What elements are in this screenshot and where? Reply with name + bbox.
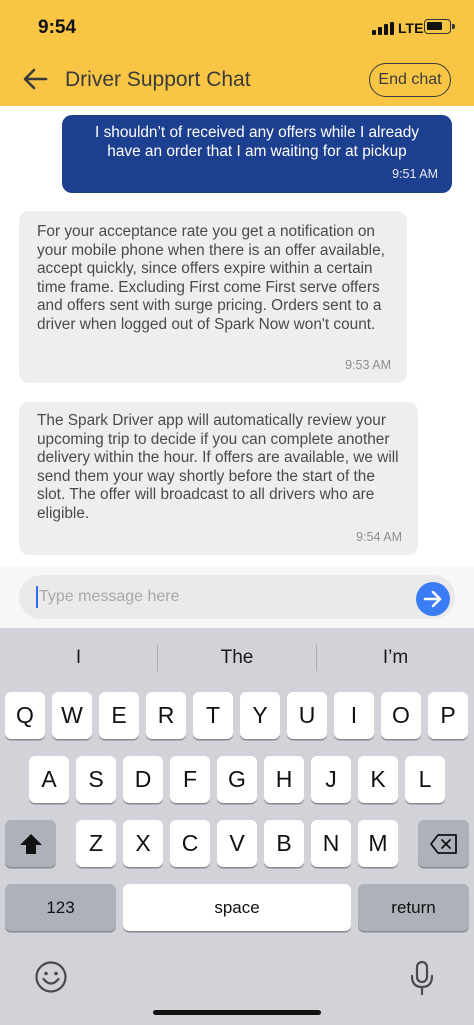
- key-o[interactable]: O: [381, 692, 421, 739]
- key-n[interactable]: N: [311, 820, 351, 867]
- battery-icon: [424, 19, 455, 34]
- send-arrow-icon: [423, 590, 442, 608]
- message-incoming: For your acceptance rate you get a notif…: [19, 211, 407, 383]
- suggestion-2[interactable]: The: [158, 630, 316, 686]
- end-chat-button[interactable]: End chat: [369, 63, 451, 97]
- status-time: 9:54: [38, 17, 77, 38]
- key-s[interactable]: S: [76, 756, 116, 803]
- message-time: 9:53 AM: [345, 358, 391, 373]
- return-key[interactable]: return: [358, 884, 469, 931]
- signal-icon: [372, 22, 394, 35]
- message-text: The Spark Driver app will automatically …: [37, 412, 399, 522]
- space-key[interactable]: space: [123, 884, 351, 931]
- backspace-key[interactable]: [418, 820, 469, 867]
- message-time: 9:51 AM: [392, 167, 438, 182]
- key-y[interactable]: Y: [240, 692, 280, 739]
- key-u[interactable]: U: [287, 692, 327, 739]
- numbers-key[interactable]: 123: [5, 884, 116, 931]
- suggestion-1[interactable]: I: [0, 630, 157, 686]
- key-a[interactable]: A: [29, 756, 69, 803]
- key-b[interactable]: B: [264, 820, 304, 867]
- back-arrow-icon[interactable]: [18, 62, 52, 96]
- shift-key[interactable]: [5, 820, 56, 867]
- text-caret: [36, 586, 38, 608]
- message-time: 9:54 AM: [356, 530, 402, 545]
- key-h[interactable]: H: [264, 756, 304, 803]
- message-input[interactable]: Type message here: [19, 575, 455, 619]
- key-p[interactable]: P: [428, 692, 468, 739]
- home-indicator: [153, 1010, 321, 1015]
- top-bar: 9:54 LTE Driver Support Chat End chat: [0, 0, 474, 106]
- network-type: LTE: [398, 20, 424, 36]
- key-r[interactable]: R: [146, 692, 186, 739]
- key-m[interactable]: M: [358, 820, 398, 867]
- emoji-icon[interactable]: [34, 960, 68, 994]
- key-c[interactable]: C: [170, 820, 210, 867]
- status-bar: 9:54 LTE: [0, 0, 474, 54]
- key-d[interactable]: D: [123, 756, 163, 803]
- key-j[interactable]: J: [311, 756, 351, 803]
- key-z[interactable]: Z: [76, 820, 116, 867]
- key-q[interactable]: Q: [5, 692, 45, 739]
- key-i[interactable]: I: [334, 692, 374, 739]
- shift-icon: [19, 833, 42, 854]
- key-t[interactable]: T: [193, 692, 233, 739]
- backspace-icon: [429, 833, 457, 854]
- key-v[interactable]: V: [217, 820, 257, 867]
- key-x[interactable]: X: [123, 820, 163, 867]
- key-l[interactable]: L: [405, 756, 445, 803]
- message-outgoing: I shouldn’t of received any offers while…: [62, 115, 452, 193]
- send-button[interactable]: [416, 582, 450, 616]
- key-f[interactable]: F: [170, 756, 210, 803]
- page-title: Driver Support Chat: [65, 68, 251, 91]
- chat-header: Driver Support Chat End chat: [0, 54, 474, 106]
- key-k[interactable]: K: [358, 756, 398, 803]
- message-input-placeholder: Type message here: [39, 588, 180, 605]
- message-incoming: The Spark Driver app will automatically …: [19, 402, 418, 555]
- composer-bar: Type message here: [0, 566, 474, 628]
- suggestion-3[interactable]: I’m: [317, 630, 474, 686]
- message-text: I shouldn’t of received any offers while…: [95, 124, 419, 160]
- key-w[interactable]: W: [52, 692, 92, 739]
- key-e[interactable]: E: [99, 692, 139, 739]
- key-g[interactable]: G: [217, 756, 257, 803]
- microphone-icon[interactable]: [408, 960, 436, 996]
- message-text: For your acceptance rate you get a notif…: [37, 223, 385, 333]
